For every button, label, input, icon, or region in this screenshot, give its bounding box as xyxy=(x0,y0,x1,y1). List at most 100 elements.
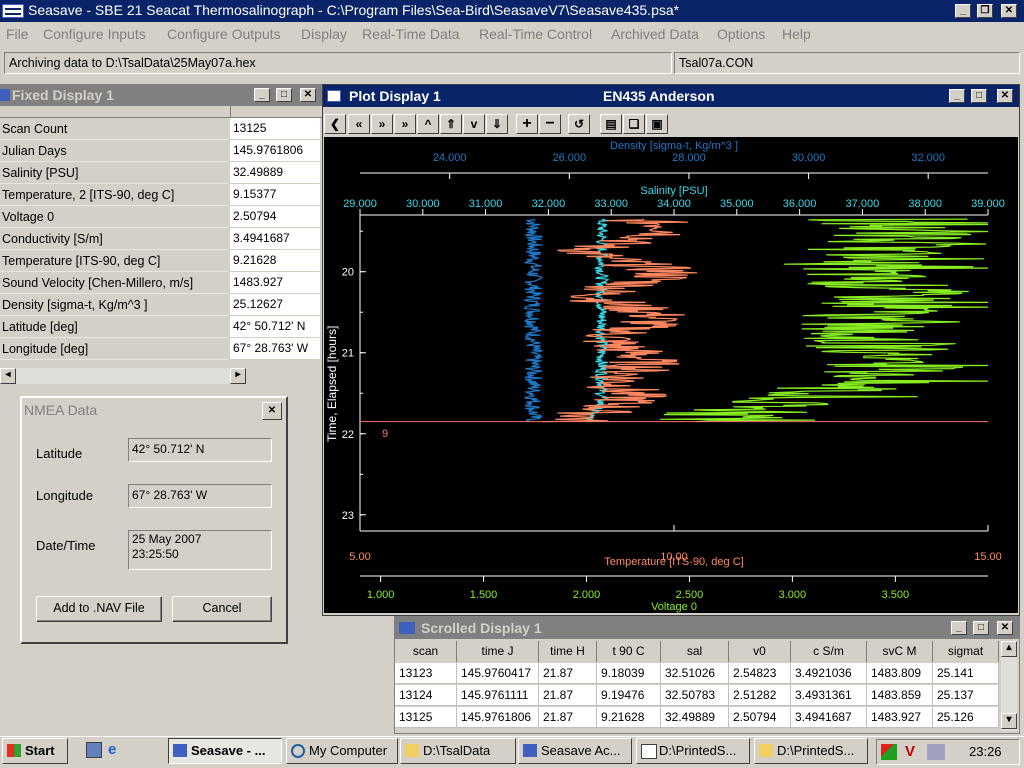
scroll-right-icon[interactable]: ▸ xyxy=(230,368,246,384)
last-icon[interactable]: » xyxy=(394,114,416,134)
menu-real-time-control[interactable]: Real-Time Control xyxy=(479,24,592,44)
cancel-button[interactable]: Cancel xyxy=(172,596,272,622)
fixed-display-row: Longitude [deg] 67° 28.763' W xyxy=(0,338,322,360)
plot-minimize-icon[interactable]: _ xyxy=(949,89,965,103)
minimize-icon[interactable]: _ xyxy=(955,4,971,18)
plot-maximize-icon[interactable]: □ xyxy=(971,89,987,103)
zoom-out-icon[interactable]: − xyxy=(539,114,561,134)
fixed-display-row: Julian Days 145.9761806 xyxy=(0,140,322,162)
fixed-display-minimize-icon[interactable]: _ xyxy=(254,88,270,102)
x-tick-label: 3.500 xyxy=(882,589,910,601)
plot-close-icon[interactable]: ✕ xyxy=(997,89,1013,103)
status-config-file: Tsal07a.CON xyxy=(674,52,1020,74)
plot-display-title-bar[interactable]: Plot Display 1 EN435 Anderson _ □ ✕ xyxy=(323,85,1019,107)
x-tick-label: 39.000 xyxy=(971,198,1005,210)
menu-archived-data[interactable]: Archived Data xyxy=(611,24,699,44)
time-axis-label: Time, Elapsed [hours] xyxy=(325,326,339,442)
quicklaunch-desktop-icon[interactable] xyxy=(86,742,102,758)
main-title-bar[interactable]: Seasave - SBE 21 Seacat Thermosalinograp… xyxy=(0,0,1024,22)
scrolled-vscrollbar[interactable]: ▴ ▾ xyxy=(1001,641,1017,731)
fixed-display-hscrollbar[interactable]: ◂ ▸ xyxy=(0,368,246,384)
x-tick-label: 1.000 xyxy=(367,589,395,601)
column-header[interactable]: time H xyxy=(539,641,597,662)
temperature-axis-label: Temperature [ITS-90, deg C] xyxy=(604,556,743,568)
column-header[interactable]: svC M xyxy=(867,641,933,662)
table-cell: 32.51026 xyxy=(661,663,729,684)
taskbar-item-label: D:\TsalData xyxy=(423,743,491,758)
table-cell: 145.9761806 xyxy=(457,707,539,728)
table-cell: 3.4941687 xyxy=(791,707,867,728)
first-icon[interactable]: ❮ xyxy=(324,114,346,134)
menu-configure-outputs[interactable]: Configure Outputs xyxy=(167,24,281,44)
x-tick-label: 2.500 xyxy=(676,589,704,601)
column-header[interactable]: t 90 C xyxy=(597,641,661,662)
fixed-display-title-bar[interactable]: Fixed Display 1 _ □ ✕ xyxy=(0,84,322,106)
nmea-title-bar[interactable]: NMEA Data ✕ xyxy=(22,398,286,422)
y-tick-label: 21 xyxy=(342,348,354,360)
copy-icon[interactable]: ❏ xyxy=(623,114,645,134)
scroll-down-icon[interactable]: ▾ xyxy=(1001,713,1017,729)
menu-display[interactable]: Display xyxy=(301,24,347,44)
plot-subtitle: EN435 Anderson xyxy=(603,88,715,104)
column-header[interactable]: v0 xyxy=(729,641,791,662)
column-header[interactable]: scan xyxy=(395,641,457,662)
taskbar-item-seasave-ac[interactable]: Seasave Ac... xyxy=(518,738,632,764)
column-header[interactable]: sal xyxy=(661,641,729,662)
table-cell: 2.54823 xyxy=(729,663,791,684)
menu-file[interactable]: File xyxy=(6,24,29,44)
taskbar-item-my-computer[interactable]: My Computer xyxy=(286,738,398,764)
taskbar-item-printeds-1[interactable]: D:\PrintedS... xyxy=(636,738,750,764)
scroll-up-icon[interactable]: ▴ xyxy=(1001,641,1017,657)
up-icon[interactable]: ^ xyxy=(417,114,439,134)
zoom-in-icon[interactable]: + xyxy=(516,114,538,134)
restore-icon[interactable]: ❐ xyxy=(977,4,993,18)
column-header[interactable]: time J xyxy=(457,641,539,662)
scroll-left-icon[interactable]: ◂ xyxy=(0,368,16,384)
scrolled-display-title-bar[interactable]: Scrolled Display 1 _ □ ✕ xyxy=(395,617,1019,639)
tray-connection-icon[interactable] xyxy=(927,744,945,760)
fixed-display-value: 1483.927 xyxy=(230,272,320,293)
top-icon[interactable]: ⇑ xyxy=(440,114,462,134)
tray-antivirus-icon[interactable]: V xyxy=(905,744,919,760)
fixed-display-row: Latitude [deg] 42° 50.712' N xyxy=(0,316,322,338)
scrolled-maximize-icon[interactable]: □ xyxy=(973,621,989,635)
menu-configure-inputs[interactable]: Configure Inputs xyxy=(43,24,146,44)
table-cell: 9.21628 xyxy=(597,707,661,728)
table-cell: 13124 xyxy=(395,685,457,706)
fixed-display-label: Latitude [deg] xyxy=(0,316,229,338)
refresh-icon[interactable]: ↺ xyxy=(568,114,590,134)
tray-network-icon[interactable] xyxy=(881,744,897,760)
add-to-nav-button[interactable]: Add to .NAV File xyxy=(36,596,162,622)
taskbar-item-tsaldata[interactable]: D:\TsalData xyxy=(400,738,516,764)
menu-bar: File Configure Inputs Configure Outputs … xyxy=(0,24,1024,46)
fixed-display-close-icon[interactable]: ✕ xyxy=(300,88,316,102)
start-button[interactable]: Start xyxy=(2,738,68,764)
prev-icon[interactable]: « xyxy=(348,114,370,134)
fixed-display-label: Julian Days xyxy=(0,140,229,162)
quicklaunch-ie-icon[interactable]: e xyxy=(108,742,124,758)
plot-chart: 20 21 22 23 24.000 26.000 28.000 30.000 32.000 29… xyxy=(324,137,1018,613)
nmea-close-icon[interactable]: ✕ xyxy=(262,402,282,420)
scrolled-minimize-icon[interactable]: _ xyxy=(951,621,967,635)
fixed-display-maximize-icon[interactable]: □ xyxy=(276,88,292,102)
taskbar-item-seasave[interactable]: Seasave - ... xyxy=(168,738,282,764)
save-icon[interactable]: ▣ xyxy=(646,114,668,134)
fixed-display-value: 2.50794 xyxy=(230,206,320,227)
table-cell: 2.51282 xyxy=(729,685,791,706)
menu-real-time-data[interactable]: Real-Time Data xyxy=(362,24,460,44)
next-icon[interactable]: » xyxy=(371,114,393,134)
scrolled-close-icon[interactable]: ✕ xyxy=(997,621,1013,635)
fixed-display-title: Fixed Display 1 xyxy=(12,87,114,103)
close-icon[interactable]: ✕ xyxy=(1001,4,1017,18)
down-icon[interactable]: v xyxy=(463,114,485,134)
marker-label: 9 xyxy=(382,428,388,440)
menu-options[interactable]: Options xyxy=(717,24,765,44)
fixed-display-row: Voltage 0 2.50794 xyxy=(0,206,322,228)
print-icon[interactable]: ▤ xyxy=(600,114,622,134)
column-header[interactable]: c S/m xyxy=(791,641,867,662)
menu-help[interactable]: Help xyxy=(782,24,811,44)
taskbar-item-printeds-2[interactable]: D:\PrintedS... xyxy=(754,738,868,764)
bottom-icon[interactable]: ⇓ xyxy=(486,114,508,134)
fixed-display-header xyxy=(0,106,322,118)
column-header[interactable]: sigmat xyxy=(933,641,999,662)
